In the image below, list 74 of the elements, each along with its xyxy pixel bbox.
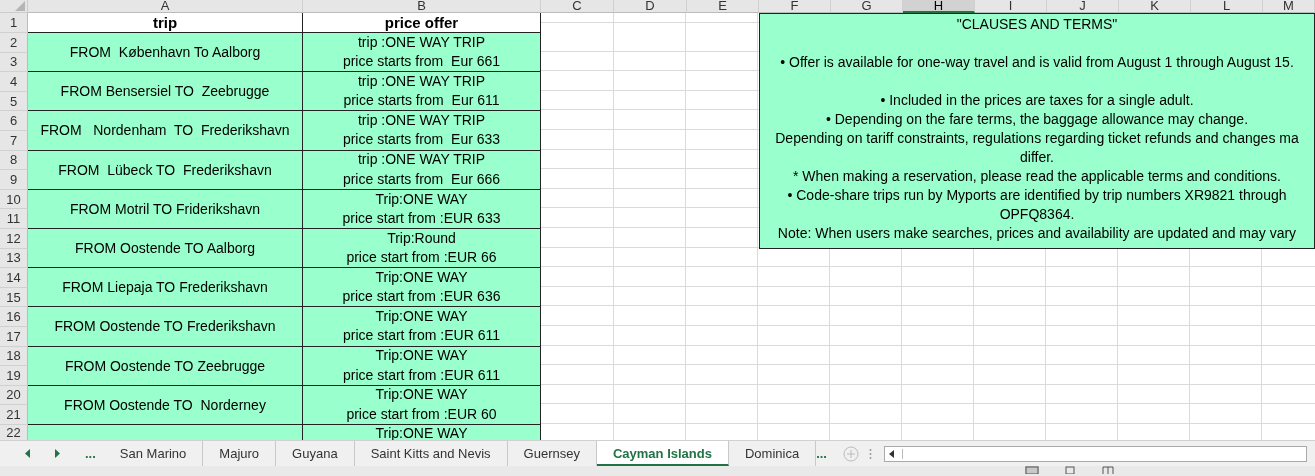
terms-line: • Code-share trips run by Myports are identified by trip numbers XR9821 through	[787, 186, 1287, 205]
price-offer-cell: Trip:ONE WAY price start from :EUR 633	[303, 189, 541, 229]
column-header[interactable]: A	[28, 0, 303, 13]
more-sheets-button[interactable]: ...	[816, 446, 827, 461]
trip-cell: FROM Liepaja TO Frederikshavn	[28, 268, 303, 308]
column-header[interactable]: I	[975, 0, 1047, 13]
column-header[interactable]: E	[687, 0, 759, 13]
row-header[interactable]: 19	[0, 366, 28, 386]
row-header[interactable]: 8	[0, 150, 28, 171]
column-header[interactable]: B	[303, 0, 541, 13]
scroll-left-icon[interactable]	[889, 449, 894, 458]
column-header[interactable]: J	[1047, 0, 1119, 13]
terms-line: * When making a reservation, please read the applicable terms and conditions.	[793, 167, 1281, 186]
column-header[interactable]: H	[903, 0, 975, 13]
row-header[interactable]: 14	[0, 268, 28, 288]
price-offer-cell: Trip:ONE WAY price start from :EUR 60	[303, 385, 541, 425]
next-sheet-icon[interactable]	[55, 449, 61, 458]
trip-cell: FROM København To Aalborg	[28, 33, 303, 73]
price-offer-cell: Trip:ONE WAY price start from :EUR 636	[303, 268, 541, 308]
terms-line: • Included in the prices are taxes for a single adult.	[880, 91, 1194, 110]
price-offer-cell: Trip:ONE WAY price start from :EUR 611	[303, 307, 541, 347]
trip-cell: FROM Oostende TO Frederikshavn	[28, 307, 303, 347]
trip-cell: FROM Bensersiel TO Zeebrugge	[28, 72, 303, 112]
column-header[interactable]: L	[1191, 0, 1263, 13]
price-offer-cell: Trip:ONE WAY price start from :EUR 611	[303, 346, 541, 386]
row-header[interactable]: 17	[0, 326, 28, 347]
trip-cell: FROM Motril TO Friderikshavn	[28, 189, 303, 229]
price-offer-cell: trip :ONE WAY TRIP price starts from Eur 666	[303, 150, 541, 190]
row-header[interactable]: 5	[0, 91, 28, 112]
terms-title: "CLAUSES AND TERMS"	[956, 15, 1118, 34]
header-cell: price offer	[303, 13, 541, 33]
more-sheets-button[interactable]: ...	[85, 446, 96, 461]
row-header[interactable]: 13	[0, 248, 28, 269]
row-header[interactable]: 3	[0, 52, 28, 73]
header-cell: trip	[28, 13, 303, 33]
trip-cell: FROM Lübeck TO Frederikshavn	[28, 150, 303, 190]
previous-sheet-icon[interactable]	[25, 449, 31, 458]
normal-view-icon[interactable]	[1025, 466, 1039, 474]
row-header[interactable]: 1	[0, 13, 28, 33]
row-header[interactable]: 15	[0, 287, 28, 308]
column-header[interactable]: C	[541, 0, 614, 13]
row-header[interactable]: 10	[0, 189, 28, 210]
terms-line: OPFQ8364.	[999, 205, 1075, 224]
row-header[interactable]: 20	[0, 385, 28, 406]
row-header[interactable]: 21	[0, 405, 28, 425]
splitter-handle-icon[interactable]	[869, 447, 872, 460]
row-header[interactable]: 9	[0, 170, 28, 190]
row-header[interactable]: 4	[0, 72, 28, 92]
trip-cell: FROM Oostende TO Zeebrugge	[28, 346, 303, 386]
row-header[interactable]: 2	[0, 33, 28, 53]
column-header[interactable]: G	[831, 0, 903, 13]
trip-cell: FROM Oostende TO Aalborg	[28, 228, 303, 269]
column-header[interactable]: M	[1263, 0, 1315, 13]
row-header[interactable]: 16	[0, 307, 28, 327]
trip-cell: FROM Oostende TO Norderney	[28, 385, 303, 425]
terms-line: • Depending on the fare terms, the baggage allowance may change.	[825, 110, 1249, 129]
row-header[interactable]: 6	[0, 111, 28, 131]
column-header[interactable]: K	[1119, 0, 1191, 13]
column-header[interactable]: D	[614, 0, 687, 13]
sheet-tab[interactable]: Cayman Islands	[596, 441, 729, 466]
terms-line: Depending on tariff constraints, regulations regarding ticket refunds and changes ma	[775, 129, 1299, 148]
row-header[interactable]: 11	[0, 209, 28, 229]
column-header[interactable]: F	[759, 0, 831, 13]
trip-cell: FROM Nordenham TO Frederikshavn	[28, 111, 303, 151]
page-layout-icon[interactable]	[1063, 466, 1077, 474]
row-header[interactable]: 12	[0, 228, 28, 249]
terms-line: Note: When users make searches, prices and availability are updated and may vary	[777, 224, 1297, 243]
row-header[interactable]: 18	[0, 346, 28, 367]
page-break-icon[interactable]	[1101, 466, 1115, 474]
terms-line: differ.	[1020, 148, 1054, 167]
terms-line: • Offer is available for one-way travel and is valid from August 1 through August 15.	[780, 53, 1294, 72]
horizontal-scrollbar[interactable]	[884, 445, 1307, 462]
row-header[interactable]: 7	[0, 130, 28, 151]
price-offer-cell: Trip:Round price start from :EUR 66	[303, 228, 541, 269]
